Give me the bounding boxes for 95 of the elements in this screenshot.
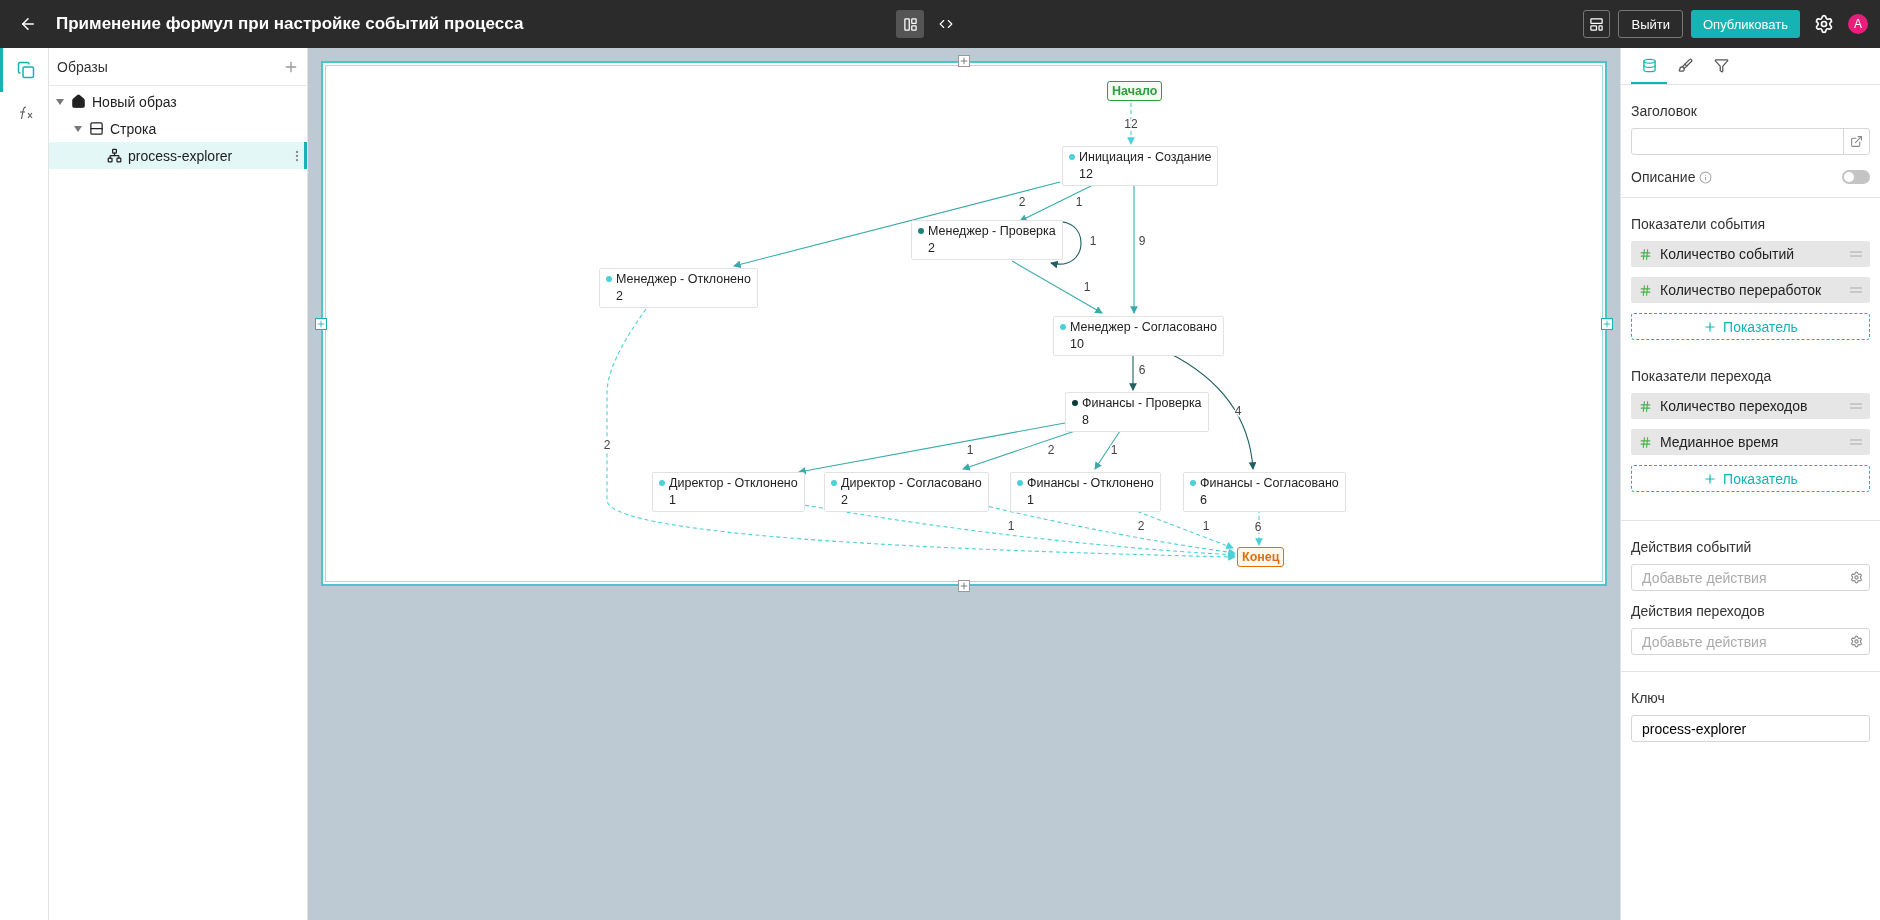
info-icon	[1699, 170, 1713, 184]
event-node[interactable]: Менеджер - Согласовано 10	[1053, 316, 1224, 356]
edge-label: 1	[966, 443, 974, 458]
event-node[interactable]: Директор - Отклонено 1	[652, 472, 805, 512]
row-icon	[89, 121, 104, 136]
components-button[interactable]	[1583, 10, 1611, 38]
database-icon	[1641, 57, 1657, 73]
node-count: 2	[927, 241, 936, 255]
metric-item[interactable]: Количество событий	[1631, 241, 1870, 267]
add-icon[interactable]	[958, 580, 970, 592]
field-label: Действия событий	[1631, 539, 1753, 555]
node-title: Финансы - Согласовано	[1200, 476, 1339, 490]
edge-label: 12	[1124, 117, 1138, 132]
key-field[interactable]: process-explorer	[1631, 715, 1870, 742]
node-count: 2	[615, 289, 624, 303]
edge-label: 1	[1083, 280, 1091, 295]
brush-icon	[1677, 57, 1693, 73]
node-count: 12	[1078, 167, 1094, 181]
event-node[interactable]: Инициация - Создание 12	[1062, 146, 1219, 186]
plus-icon	[1703, 319, 1718, 334]
tree-item[interactable]: process-explorer	[49, 142, 307, 169]
field-label: Описание	[1631, 169, 1696, 185]
event-node[interactable]: Менеджер - Проверка 2	[911, 220, 1063, 260]
metric-item[interactable]: Медианное время	[1631, 429, 1870, 455]
hash-icon	[1639, 399, 1652, 413]
components-icon	[1589, 16, 1605, 32]
avatar[interactable]: A	[1848, 14, 1868, 34]
event-node[interactable]: Финансы - Проверка 8	[1065, 392, 1209, 432]
drag-handle-icon[interactable]	[1850, 251, 1862, 257]
edge-label: 2	[1047, 443, 1055, 458]
drag-handle-icon[interactable]	[1850, 403, 1862, 409]
event-node[interactable]: Финансы - Отклонено 1	[1010, 472, 1161, 512]
tree-item[interactable]: Строка	[49, 115, 307, 142]
node-title: Менеджер - Согласовано	[1070, 320, 1217, 334]
layout-icon	[902, 16, 918, 32]
edge-label: 1	[1075, 195, 1083, 210]
process-icon	[107, 148, 122, 163]
caret-icon[interactable]	[73, 123, 83, 134]
event-node[interactable]: Менеджер - Отклонено 2	[599, 268, 758, 308]
hash-icon	[1639, 435, 1652, 449]
node-count: 8	[1081, 413, 1090, 427]
hash-icon	[1639, 247, 1652, 261]
edge-label: 9	[1138, 234, 1146, 249]
node-title: Финансы - Проверка	[1082, 396, 1202, 410]
section-label: Показатели перехода	[1631, 368, 1773, 384]
open-icon[interactable]	[1850, 135, 1863, 148]
node-count: 6	[1199, 493, 1208, 507]
node-count: 1	[668, 493, 677, 507]
description-switch[interactable]	[1842, 170, 1870, 184]
edge-label: 1	[1007, 519, 1015, 534]
caret-icon[interactable]	[55, 96, 65, 107]
add-icon[interactable]	[1601, 317, 1613, 330]
tree-item[interactable]: Новый образ	[49, 88, 307, 115]
node-count: 1	[1026, 493, 1035, 507]
event-node[interactable]: Директор - Согласовано 2	[824, 472, 989, 512]
edge-label: 6	[1138, 363, 1146, 378]
node-title: Директор - Отклонено	[669, 476, 798, 490]
actions-field[interactable]: Добавьте действия	[1631, 628, 1870, 655]
hash-icon	[1639, 283, 1652, 297]
node-count: 2	[840, 493, 849, 507]
view-toggle[interactable]	[896, 10, 924, 38]
edge-label: 6	[1254, 520, 1262, 535]
page-title: Применение формул при настройке событий процесса	[56, 14, 525, 34]
plus-icon	[1703, 471, 1718, 486]
panel-title: Образы	[57, 58, 108, 75]
filter-icon	[1713, 57, 1729, 73]
node-count: 10	[1069, 337, 1085, 351]
title-field[interactable]	[1631, 128, 1870, 155]
home-icon	[71, 94, 86, 109]
field-label: Ключ	[1631, 690, 1666, 706]
node-title: Менеджер - Отклонено	[616, 272, 751, 286]
code-icon	[939, 17, 953, 31]
edge-label: 2	[1137, 519, 1145, 534]
add-icon[interactable]	[958, 55, 970, 67]
exit-button[interactable]: Выйти	[1618, 10, 1683, 38]
edge-label: 1	[1110, 443, 1118, 458]
add-icon[interactable]	[315, 317, 327, 330]
node-title: Менеджер - Проверка	[928, 224, 1056, 238]
event-node[interactable]: Финансы - Согласовано 6	[1183, 472, 1346, 512]
drag-handle-icon[interactable]	[1850, 439, 1862, 445]
field-label: Действия переходов	[1631, 603, 1766, 619]
metric-item[interactable]: Количество переходов	[1631, 393, 1870, 419]
metric-item[interactable]: Количество переработок	[1631, 277, 1870, 303]
drag-handle-icon[interactable]	[1850, 287, 1862, 293]
edge-label: 1	[1089, 234, 1097, 249]
node-title: Финансы - Отклонено	[1027, 476, 1154, 490]
edge-label: 1	[1202, 519, 1210, 534]
field-label: Заголовок	[1631, 103, 1698, 119]
edge-label: 4	[1234, 404, 1242, 419]
edge-label: 2	[1018, 195, 1026, 210]
edge-label: 2	[603, 438, 611, 453]
actions-field[interactable]: Добавьте действия	[1631, 564, 1870, 591]
section-label: Показатели события	[1631, 216, 1767, 232]
node-title: Инициация - Создание	[1079, 150, 1212, 164]
node-title: Директор - Согласовано	[841, 476, 982, 490]
